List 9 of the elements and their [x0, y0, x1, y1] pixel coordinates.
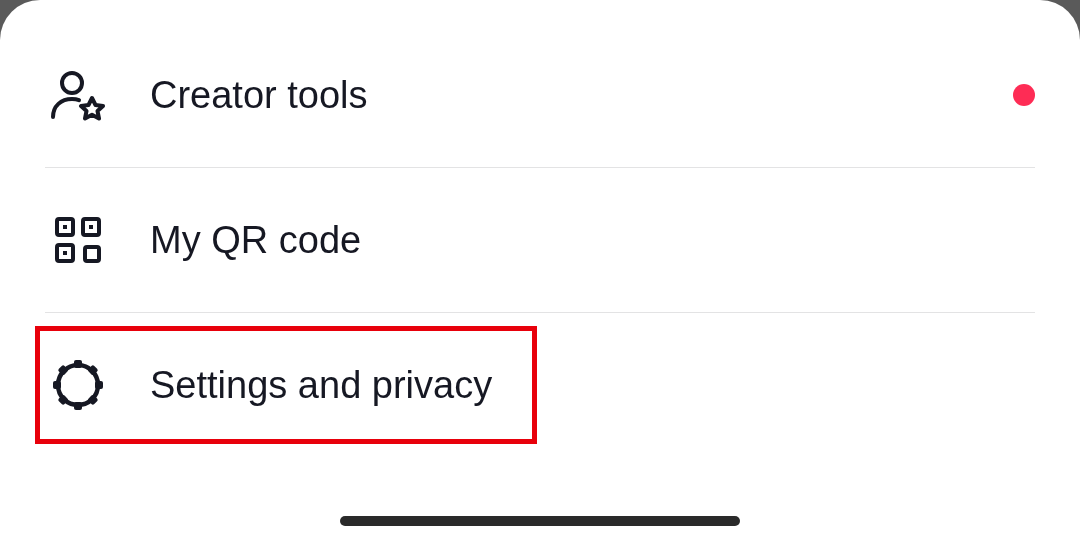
user-star-icon [50, 69, 106, 121]
menu-item-label: Settings and privacy [150, 362, 493, 408]
menu-item[interactable]: Settings and privacy [35, 326, 538, 444]
gear-icon [50, 357, 106, 413]
qr-code-icon [55, 217, 101, 263]
menu-item-label: My QR code [150, 217, 362, 263]
menu-item[interactable]: My QR code [35, 181, 407, 299]
menu-item[interactable]: Creator tools [35, 36, 413, 154]
menu-item-label: Creator tools [150, 72, 368, 118]
